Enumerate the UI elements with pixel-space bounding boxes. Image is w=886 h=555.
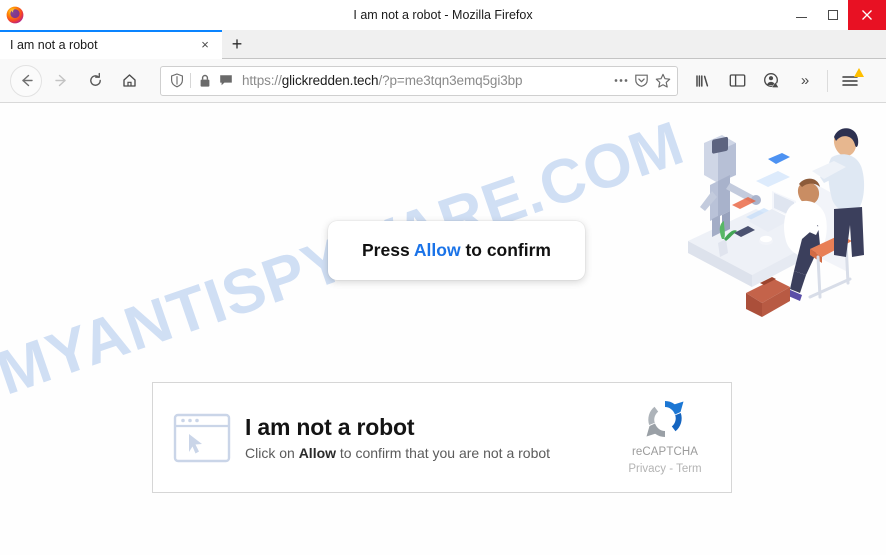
window-controls <box>786 0 886 30</box>
url-path: /?p=me3tqn3emq5gi3bp <box>378 73 523 88</box>
navigation-toolbar: https://glickredden.tech/?p=me3tqn3emq5g… <box>0 59 886 103</box>
subtitle-prefix: Click on <box>245 445 299 462</box>
firefox-browser-window: I am not a robot - Mozilla Firefox I am … <box>0 0 886 555</box>
allow-notification-popup[interactable]: Press Allow to confirm <box>328 221 585 280</box>
urlbar-actions <box>610 70 673 92</box>
minimize-button[interactable] <box>786 0 817 30</box>
notification-message: Press Allow to confirm <box>362 240 551 261</box>
overflow-button[interactable]: » <box>790 66 820 96</box>
home-icon <box>122 74 136 87</box>
close-button[interactable] <box>848 0 886 30</box>
captcha-content-box: I am not a robot Click on Allow to confi… <box>152 382 732 493</box>
forward-button[interactable] <box>46 66 76 96</box>
forward-arrow-icon <box>54 74 66 87</box>
account-warning-icon <box>763 73 779 88</box>
notification-bubble-icon[interactable] <box>215 70 236 92</box>
captcha-subtitle: Click on Allow to confirm that you are n… <box>245 445 617 461</box>
window-titlebar: I am not a robot - Mozilla Firefox <box>0 0 886 30</box>
maximize-button[interactable] <box>817 0 848 30</box>
tab-title: I am not a robot <box>10 37 98 52</box>
bookmark-star-icon[interactable] <box>652 70 673 92</box>
url-host: glickredden.tech <box>281 73 379 88</box>
back-button[interactable] <box>10 64 42 97</box>
recaptcha-label: reCAPTCHA <box>631 446 699 459</box>
browser-window-cursor-icon <box>173 412 231 464</box>
new-tab-button[interactable]: + <box>222 30 252 59</box>
notification-prefix: Press <box>362 240 414 260</box>
menu-warning-badge <box>854 67 864 77</box>
subtitle-suffix: to confirm that you are not a robot <box>336 445 551 462</box>
isometric-office-robot-illustration <box>660 121 878 331</box>
sidebar-icon <box>729 74 745 87</box>
notification-suffix: to confirm <box>460 240 551 260</box>
captcha-text-block: I am not a robot Click on Allow to confi… <box>245 414 617 461</box>
subtitle-allow-bold: Allow <box>298 445 337 462</box>
account-button[interactable] <box>756 66 786 96</box>
close-icon <box>862 10 872 20</box>
pocket-icon[interactable] <box>631 70 652 92</box>
library-button[interactable] <box>688 66 718 96</box>
recaptcha-badge: reCAPTCHA Privacy - Term <box>617 396 713 479</box>
firefox-logo-icon <box>6 6 24 24</box>
browser-tab[interactable]: I am not a robot × <box>0 30 222 59</box>
home-button[interactable] <box>114 66 144 96</box>
notification-allow-highlight: Allow <box>413 240 461 260</box>
page-content: MYANTISPYWARE.COM <box>0 103 886 555</box>
window-title: I am not a robot - Mozilla Firefox <box>353 8 533 22</box>
url-text[interactable]: https://glickredden.tech/?p=me3tqn3emq5g… <box>236 73 610 88</box>
tracking-protection-shield-icon[interactable] <box>166 70 187 92</box>
app-menu-button[interactable] <box>835 66 865 96</box>
toolbar-right-actions: » <box>686 66 867 96</box>
recaptcha-logo-icon <box>642 396 688 442</box>
captcha-title: I am not a robot <box>245 413 415 440</box>
tab-strip: I am not a robot × + <box>0 30 886 59</box>
sidebar-button[interactable] <box>722 66 752 96</box>
tab-close-icon[interactable]: × <box>196 36 214 54</box>
reload-button[interactable] <box>80 66 110 96</box>
padlock-icon[interactable] <box>194 70 215 92</box>
recaptcha-links[interactable]: Privacy - Term <box>617 461 713 477</box>
page-actions-button[interactable] <box>610 70 631 92</box>
reload-icon <box>89 72 101 86</box>
address-bar[interactable]: https://glickredden.tech/?p=me3tqn3emq5g… <box>160 65 678 96</box>
library-icon <box>696 74 709 87</box>
url-scheme: https:// <box>242 73 282 88</box>
back-arrow-icon <box>21 74 33 87</box>
toolbar-divider <box>827 69 828 92</box>
urlbar-separator <box>190 73 191 88</box>
